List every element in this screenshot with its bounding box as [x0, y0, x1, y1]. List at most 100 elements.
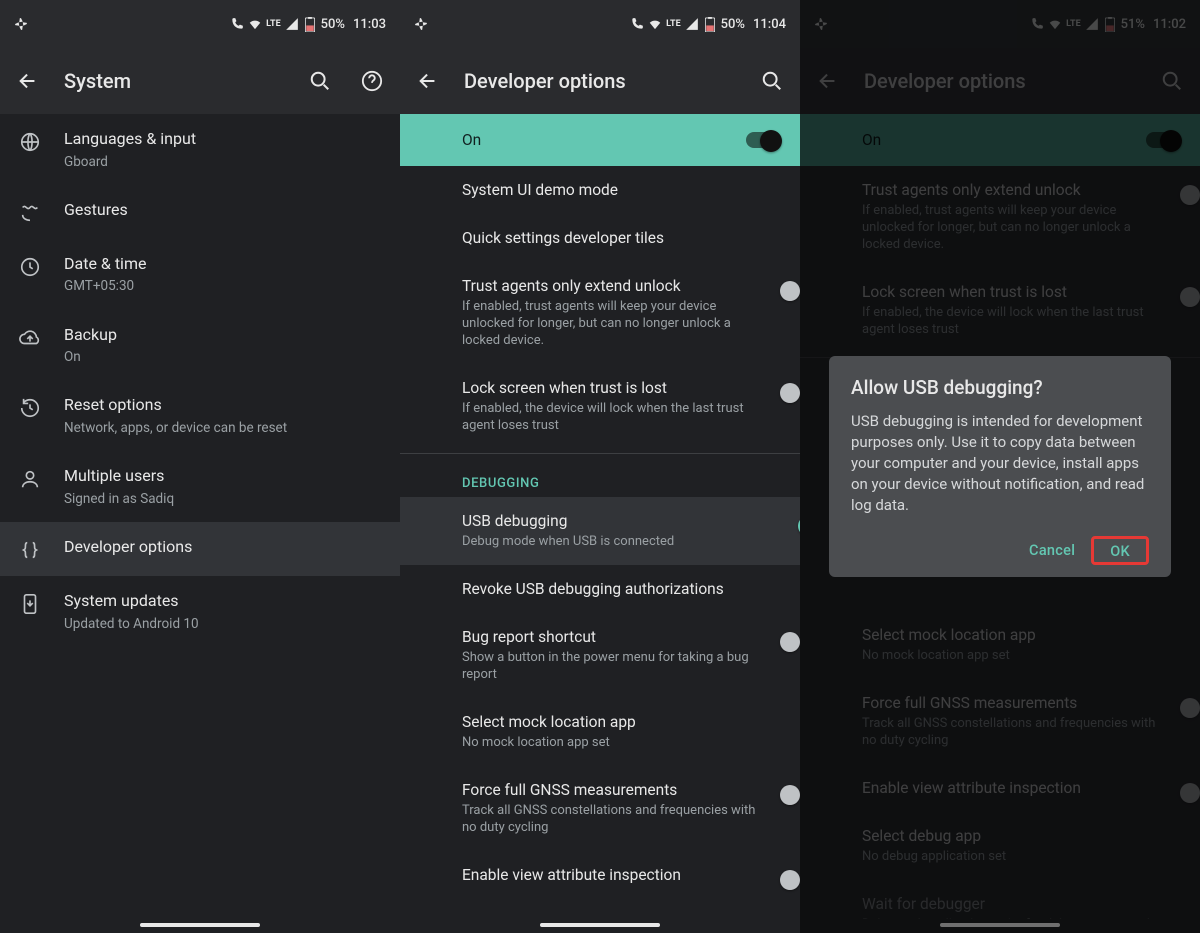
item-sub: Signed in as Sadiq — [64, 490, 382, 508]
search-button[interactable] — [756, 65, 788, 97]
cancel-button[interactable]: Cancel — [1017, 534, 1087, 567]
item-sub: Show a button in the power menu for taki… — [462, 650, 768, 684]
item-qs-tiles[interactable]: Quick settings developer tiles — [400, 214, 800, 262]
item-sub: Debug mode when USB is connected — [462, 534, 768, 551]
signal-icon — [285, 17, 299, 31]
system-update-icon — [18, 592, 42, 616]
page-title: System — [64, 69, 284, 93]
back-button[interactable] — [412, 65, 444, 97]
status-bar: LTE 50% 11:03 — [0, 0, 400, 48]
item-title: System updates — [64, 590, 382, 612]
wifi-icon — [248, 17, 262, 31]
settings-item-updates[interactable]: System updates Updated to Android 10 — [0, 576, 400, 647]
settings-item-reset[interactable]: Reset options Network, apps, or device ca… — [0, 380, 400, 451]
item-title: Multiple users — [64, 465, 382, 487]
cloud-upload-icon — [18, 326, 42, 350]
dialog-overlay[interactable]: Allow USB debugging? USB debugging is in… — [800, 0, 1200, 933]
settings-item-datetime[interactable]: Date & time GMT+05:30 — [0, 239, 400, 310]
item-title: System UI demo mode — [462, 180, 782, 200]
item-title: Trust agents only extend unlock — [462, 276, 768, 296]
pinwheel-icon — [14, 17, 28, 31]
usb-debugging-dialog: Allow USB debugging? USB debugging is in… — [829, 356, 1171, 577]
master-toggle-switch[interactable] — [746, 132, 780, 148]
gesture-icon — [18, 201, 42, 225]
item-bug-report[interactable]: Bug report shortcut Show a button in the … — [400, 613, 800, 698]
item-sub: GMT+05:30 — [64, 277, 382, 295]
signal-icon — [685, 17, 699, 31]
battery-percent: 50% — [321, 17, 345, 32]
call-icon — [630, 17, 644, 31]
ok-button[interactable]: OK — [1098, 535, 1142, 568]
divider — [400, 453, 800, 454]
wifi-icon — [648, 17, 662, 31]
search-button[interactable] — [304, 65, 336, 97]
globe-icon — [18, 130, 42, 154]
dialog-title: Allow USB debugging? — [851, 376, 1149, 399]
item-title: Enable view attribute inspection — [462, 865, 768, 885]
clock-time: 11:03 — [353, 17, 386, 32]
item-title: Reset options — [64, 394, 382, 416]
battery-icon — [303, 17, 317, 31]
master-toggle-bar[interactable]: On — [400, 114, 800, 166]
item-mock-location[interactable]: Select mock location app No mock location… — [400, 698, 800, 766]
item-title: USB debugging — [462, 511, 768, 531]
dialog-body: USB debugging is intended for developmen… — [851, 411, 1149, 516]
screen-usb-dialog: LTE 51% 11:02 Developer options On Trust… — [800, 0, 1200, 933]
developer-list: System UI demo mode Quick settings devel… — [400, 166, 800, 919]
gesture-nav-bar[interactable] — [400, 919, 800, 933]
item-title: Select mock location app — [462, 712, 782, 732]
screen-system: LTE 50% 11:03 System Languages & input Gb… — [0, 0, 400, 933]
item-sub: If enabled, the device will lock when th… — [462, 401, 768, 435]
item-system-ui-demo[interactable]: System UI demo mode — [400, 166, 800, 214]
item-sub: No mock location app set — [462, 735, 782, 752]
settings-item-backup[interactable]: Backup On — [0, 310, 400, 381]
master-toggle-label: On — [462, 131, 481, 149]
gesture-nav-bar[interactable] — [0, 919, 400, 933]
item-title: Developer options — [64, 536, 382, 558]
item-title: Date & time — [64, 253, 382, 275]
ok-highlight-box: OK — [1091, 536, 1149, 565]
status-bar: LTE 50% 11:04 — [400, 0, 800, 48]
item-view-attr[interactable]: Enable view attribute inspection — [400, 851, 800, 899]
item-lock-trust-lost[interactable]: Lock screen when trust is lost If enabled… — [400, 364, 800, 449]
settings-item-languages[interactable]: Languages & input Gboard — [0, 114, 400, 185]
item-gnss[interactable]: Force full GNSS measurementsTrack all GN… — [400, 766, 800, 851]
section-header-debugging: DEBUGGING — [400, 458, 800, 497]
item-title: Lock screen when trust is lost — [462, 378, 768, 398]
call-icon — [230, 17, 244, 31]
clock-time: 11:04 — [753, 17, 786, 32]
settings-list: Languages & input Gboard Gestures Date & … — [0, 114, 400, 919]
item-title: Bug report shortcut — [462, 627, 768, 647]
item-title: Gestures — [64, 199, 382, 221]
item-revoke-usb[interactable]: Revoke USB debugging authorizations — [400, 565, 800, 613]
app-bar: Developer options — [400, 48, 800, 114]
lte-label: LTE — [266, 19, 281, 29]
pinwheel-icon — [414, 17, 428, 31]
battery-percent: 50% — [721, 17, 745, 32]
app-bar: System — [0, 48, 400, 114]
back-button[interactable] — [12, 65, 44, 97]
item-sub: If enabled, trust agents will keep your … — [462, 299, 768, 350]
person-icon — [18, 467, 42, 491]
item-title: Languages & input — [64, 128, 382, 150]
page-title: Developer options — [464, 69, 736, 93]
item-trust-agents[interactable]: Trust agents only extend unlock If enable… — [400, 262, 800, 364]
item-sub: Network, apps, or device can be reset — [64, 419, 382, 437]
item-title: Revoke USB debugging authorizations — [462, 579, 782, 599]
item-sub: Gboard — [64, 153, 382, 171]
clock-icon — [18, 255, 42, 279]
item-title: Quick settings developer tiles — [462, 228, 782, 248]
item-usb-debugging[interactable]: USB debugging Debug mode when USB is conn… — [400, 497, 800, 565]
settings-item-developer[interactable]: Developer options — [0, 522, 400, 576]
restore-icon — [18, 396, 42, 420]
braces-icon — [18, 538, 42, 562]
settings-item-users[interactable]: Multiple users Signed in as Sadiq — [0, 451, 400, 522]
lte-label: LTE — [666, 19, 681, 29]
settings-item-gestures[interactable]: Gestures — [0, 185, 400, 239]
item-title: Backup — [64, 324, 382, 346]
item-sub: Updated to Android 10 — [64, 615, 382, 633]
help-button[interactable] — [356, 65, 388, 97]
item-sub: On — [64, 348, 382, 366]
item-sub: Track all GNSS constellations and freque… — [462, 803, 768, 837]
screen-developer-options: LTE 50% 11:04 Developer options On Syste… — [400, 0, 800, 933]
